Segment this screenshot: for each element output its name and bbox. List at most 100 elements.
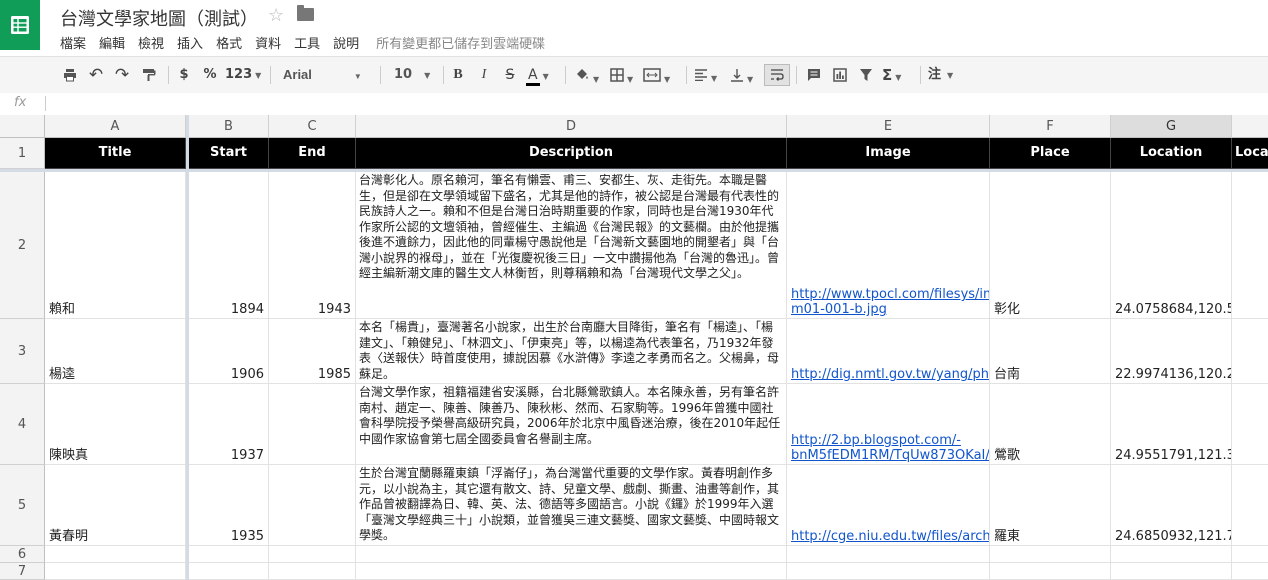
bold-button[interactable]: B [450, 64, 466, 86]
cell-empty[interactable] [990, 563, 1111, 580]
cell-empty[interactable] [356, 563, 787, 580]
number-format-dropdown[interactable]: 123 ▼ [225, 64, 265, 86]
cell-empty[interactable] [1232, 465, 1268, 546]
currency-format-button[interactable]: $ [176, 64, 192, 86]
paint-format-icon[interactable] [139, 64, 159, 86]
cell-title[interactable]: 黃春明 [45, 465, 186, 546]
image-link[interactable]: http://2.bp.blogspot.com/-bnM5fEDM1RM/Tq… [791, 433, 989, 463]
cell-empty[interactable] [1232, 384, 1268, 465]
document-title[interactable]: 台灣文學家地圖（測試） [60, 5, 258, 31]
cell-start[interactable]: 1937 [189, 384, 269, 465]
cell-empty[interactable] [269, 563, 356, 580]
column-header-h[interactable] [1232, 115, 1268, 138]
print-icon[interactable] [60, 64, 80, 86]
row-header-5[interactable]: 5 [0, 465, 45, 546]
select-all-corner[interactable] [0, 115, 45, 138]
star-icon[interactable]: ☆ [268, 5, 284, 26]
row-header-7[interactable]: 7 [0, 563, 45, 580]
freeze-column-handle[interactable] [186, 115, 189, 580]
cell-title[interactable]: 賴和 [45, 172, 186, 319]
cell-start[interactable]: 1906 [189, 319, 269, 384]
cell-place[interactable]: 鶯歌 [990, 384, 1111, 465]
image-link[interactable]: http://www.tpocl.com/filesys/images/A001… [791, 287, 989, 317]
merge-cells-icon[interactable]: ▼ [643, 64, 679, 86]
text-color-button[interactable]: A ▼ [526, 64, 556, 86]
row-header-1[interactable]: 1 [0, 138, 45, 169]
menu-tools[interactable]: 工具 [294, 33, 320, 52]
borders-icon[interactable]: ▼ [610, 64, 638, 86]
column-header-g[interactable]: G [1111, 115, 1232, 138]
cell-image[interactable]: http://cge.niu.edu.tw/files/archive/ [787, 465, 990, 546]
cell-empty[interactable] [787, 563, 990, 580]
cell-empty[interactable] [45, 563, 186, 580]
cell-empty[interactable] [1232, 172, 1268, 319]
header-cell-end[interactable]: End [269, 138, 356, 169]
redo-icon[interactable]: ↷ [112, 64, 132, 86]
header-cell-location-2[interactable]: Loca [1232, 138, 1268, 169]
undo-icon[interactable]: ↶ [86, 64, 106, 86]
formula-input[interactable] [52, 96, 1252, 112]
cell-empty[interactable] [356, 546, 787, 563]
text-wrap-icon[interactable] [764, 64, 790, 86]
horizontal-align-icon[interactable]: ▼ [694, 64, 724, 86]
cell-empty[interactable] [269, 546, 356, 563]
cell-end[interactable]: 1985 [269, 319, 356, 384]
row-header-6[interactable]: 6 [0, 546, 45, 563]
italic-button[interactable]: I [476, 64, 492, 86]
cell-location[interactable]: 24.9551791,121.3 [1111, 384, 1232, 465]
cell-end[interactable]: 1943 [269, 172, 356, 319]
cell-location[interactable]: 24.6850932,121.7 [1111, 465, 1232, 546]
fill-color-icon[interactable]: ▼ [574, 64, 604, 86]
menu-data[interactable]: 資料 [255, 33, 281, 52]
cell-image[interactable]: http://www.tpocl.com/filesys/images/A001… [787, 172, 990, 319]
header-cell-title[interactable]: Title [45, 138, 186, 169]
header-cell-place[interactable]: Place [990, 138, 1111, 169]
column-header-c[interactable]: C [269, 115, 356, 138]
input-tools-button[interactable]: 注 ▼ [928, 64, 964, 86]
cell-description[interactable]: 台灣文學作家，祖籍福建省安溪縣，台北縣鶯歌鎮人。本名陳永善，另有筆名許南村、趙定… [356, 384, 787, 465]
menu-format[interactable]: 格式 [216, 33, 242, 52]
header-cell-location[interactable]: Location [1111, 138, 1232, 169]
menu-view[interactable]: 檢視 [138, 33, 164, 52]
insert-chart-icon[interactable] [830, 64, 850, 86]
image-link[interactable]: http://dig.nmtl.gov.tw/yang/photo/3.jpg [791, 367, 989, 382]
font-size-dropdown[interactable]: 10 ▼ [394, 64, 434, 86]
menu-edit[interactable]: 編輯 [99, 33, 125, 52]
cell-empty[interactable] [45, 546, 186, 563]
cell-description[interactable]: 台灣彰化人。原名賴河，筆名有懶雲、甫三、安都生、灰、走街先。本職是醫生，但是卻在… [356, 172, 787, 319]
cell-image[interactable]: http://dig.nmtl.gov.tw/yang/photo/3.jpg [787, 319, 990, 384]
cell-place[interactable]: 台南 [990, 319, 1111, 384]
cell-title[interactable]: 楊逵 [45, 319, 186, 384]
vertical-align-icon[interactable]: ▼ [730, 64, 760, 86]
menu-file[interactable]: 檔案 [60, 33, 86, 52]
cell-empty[interactable] [189, 563, 269, 580]
cell-empty[interactable] [1232, 563, 1268, 580]
column-header-b[interactable]: B [189, 115, 269, 138]
cell-start[interactable]: 1894 [189, 172, 269, 319]
insert-comment-icon[interactable] [804, 64, 824, 86]
cell-empty[interactable] [1111, 546, 1232, 563]
row-header-3[interactable]: 3 [0, 319, 45, 384]
percent-format-button[interactable]: % [202, 64, 218, 86]
menu-insert[interactable]: 插入 [177, 33, 203, 52]
header-cell-image[interactable]: Image [787, 138, 990, 169]
folder-icon[interactable] [297, 5, 314, 21]
cell-end[interactable] [269, 384, 356, 465]
cell-empty[interactable] [990, 546, 1111, 563]
cell-place[interactable]: 羅東 [990, 465, 1111, 546]
cell-empty[interactable] [1232, 546, 1268, 563]
strikethrough-button[interactable]: S [502, 64, 518, 86]
sheets-logo[interactable] [0, 0, 40, 50]
column-header-a[interactable]: A [45, 115, 186, 138]
image-link[interactable]: http://cge.niu.edu.tw/files/archive/ [791, 529, 989, 544]
column-header-e[interactable]: E [787, 115, 990, 138]
cell-image[interactable]: http://2.bp.blogspot.com/-bnM5fEDM1RM/Tq… [787, 384, 990, 465]
header-cell-description[interactable]: Description [356, 138, 787, 169]
cell-empty[interactable] [1111, 563, 1232, 580]
cell-empty[interactable] [1232, 319, 1268, 384]
cell-empty[interactable] [787, 546, 990, 563]
cell-description[interactable]: 本名「楊貴」，臺灣著名小說家，出生於台南廳大目降街，筆名有「楊逵」、「楊建文」、… [356, 319, 787, 384]
menu-help[interactable]: 說明 [333, 33, 359, 52]
row-header-4[interactable]: 4 [0, 384, 45, 465]
cell-location[interactable]: 22.9974136,120.2 [1111, 319, 1232, 384]
